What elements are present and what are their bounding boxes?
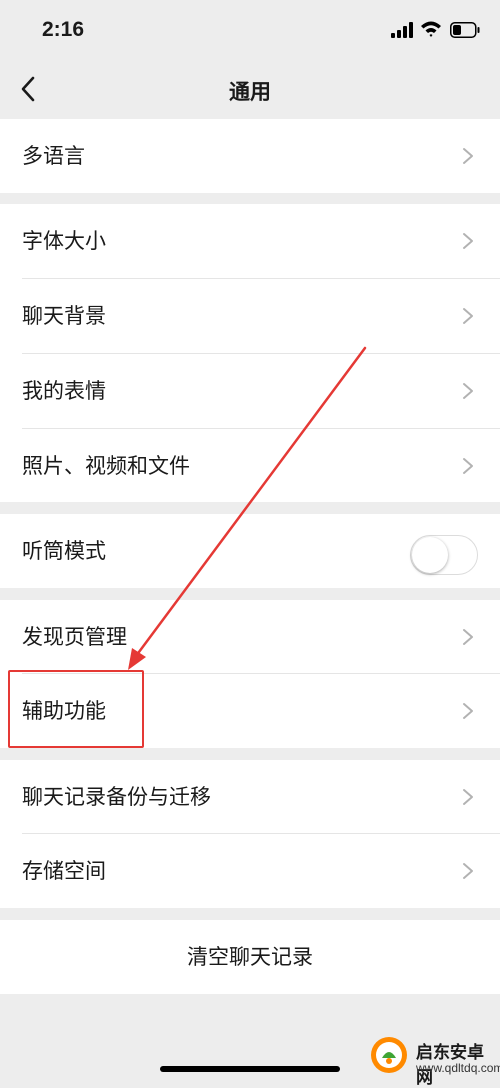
watermark-url: www.qdltdq.com (416, 1061, 500, 1075)
battery-icon (450, 22, 480, 38)
settings-row-media-files[interactable]: 照片、视频和文件 (0, 429, 500, 503)
settings-row-label: 聊天记录备份与迁移 (22, 785, 211, 809)
cellular-signal-icon (391, 22, 413, 38)
watermark: 启东安卓网 www.qdltdq.com (360, 1030, 500, 1087)
settings-row-chat-backup[interactable]: 聊天记录备份与迁移 (0, 760, 500, 834)
status-bar: 2:16 (0, 0, 500, 62)
nav-bar: 通用 (0, 62, 500, 118)
toggle-knob (412, 537, 448, 573)
settings-row-label: 聊天背景 (22, 304, 106, 328)
annotation-highlight-box (8, 670, 144, 748)
settings-row-label: 存储空间 (22, 859, 106, 883)
status-time: 2:16 (42, 18, 85, 41)
page-title: 通用 (229, 80, 271, 104)
chevron-right-icon (463, 233, 473, 249)
settings-row-label: 听筒模式 (22, 539, 106, 563)
clear-chat-history-label: 清空聊天记录 (187, 945, 313, 969)
settings-row-label: 字体大小 (22, 229, 106, 253)
settings-group-display: 字体大小 聊天背景 我的表情 照片、视频和文件 (0, 204, 500, 502)
settings-row-chat-background[interactable]: 聊天背景 (0, 279, 500, 353)
clear-chat-history-button[interactable]: 清空聊天记录 (0, 920, 500, 994)
settings-group-language: 多语言 (0, 119, 500, 193)
settings-row-label: 照片、视频和文件 (22, 454, 190, 478)
chevron-right-icon (463, 789, 473, 805)
watermark-logo-icon (371, 1037, 407, 1073)
earpiece-mode-toggle[interactable] (410, 535, 478, 575)
chevron-right-icon (463, 458, 473, 474)
settings-row-earpiece-mode: 听筒模式 (0, 514, 500, 588)
settings-row-label: 发现页管理 (22, 625, 127, 649)
home-indicator (160, 1066, 340, 1072)
chevron-right-icon (463, 308, 473, 324)
chevron-right-icon (463, 629, 473, 645)
settings-row-discover-management[interactable]: 发现页管理 (0, 600, 500, 674)
chevron-right-icon (463, 383, 473, 399)
settings-group-earpiece: 听筒模式 (0, 514, 500, 588)
settings-row-storage-space[interactable]: 存储空间 (0, 834, 500, 908)
settings-row-font-size[interactable]: 字体大小 (0, 204, 500, 278)
chevron-right-icon (463, 703, 473, 719)
settings-group-storage: 聊天记录备份与迁移 存储空间 (0, 760, 500, 908)
settings-row-label: 我的表情 (22, 379, 106, 403)
chevron-right-icon (463, 148, 473, 164)
settings-group-clear: 清空聊天记录 (0, 920, 500, 994)
wifi-icon (421, 21, 441, 37)
settings-row-language[interactable]: 多语言 (0, 119, 500, 193)
chevron-right-icon (463, 863, 473, 879)
settings-row-my-stickers[interactable]: 我的表情 (0, 354, 500, 428)
settings-row-label: 多语言 (22, 144, 85, 168)
